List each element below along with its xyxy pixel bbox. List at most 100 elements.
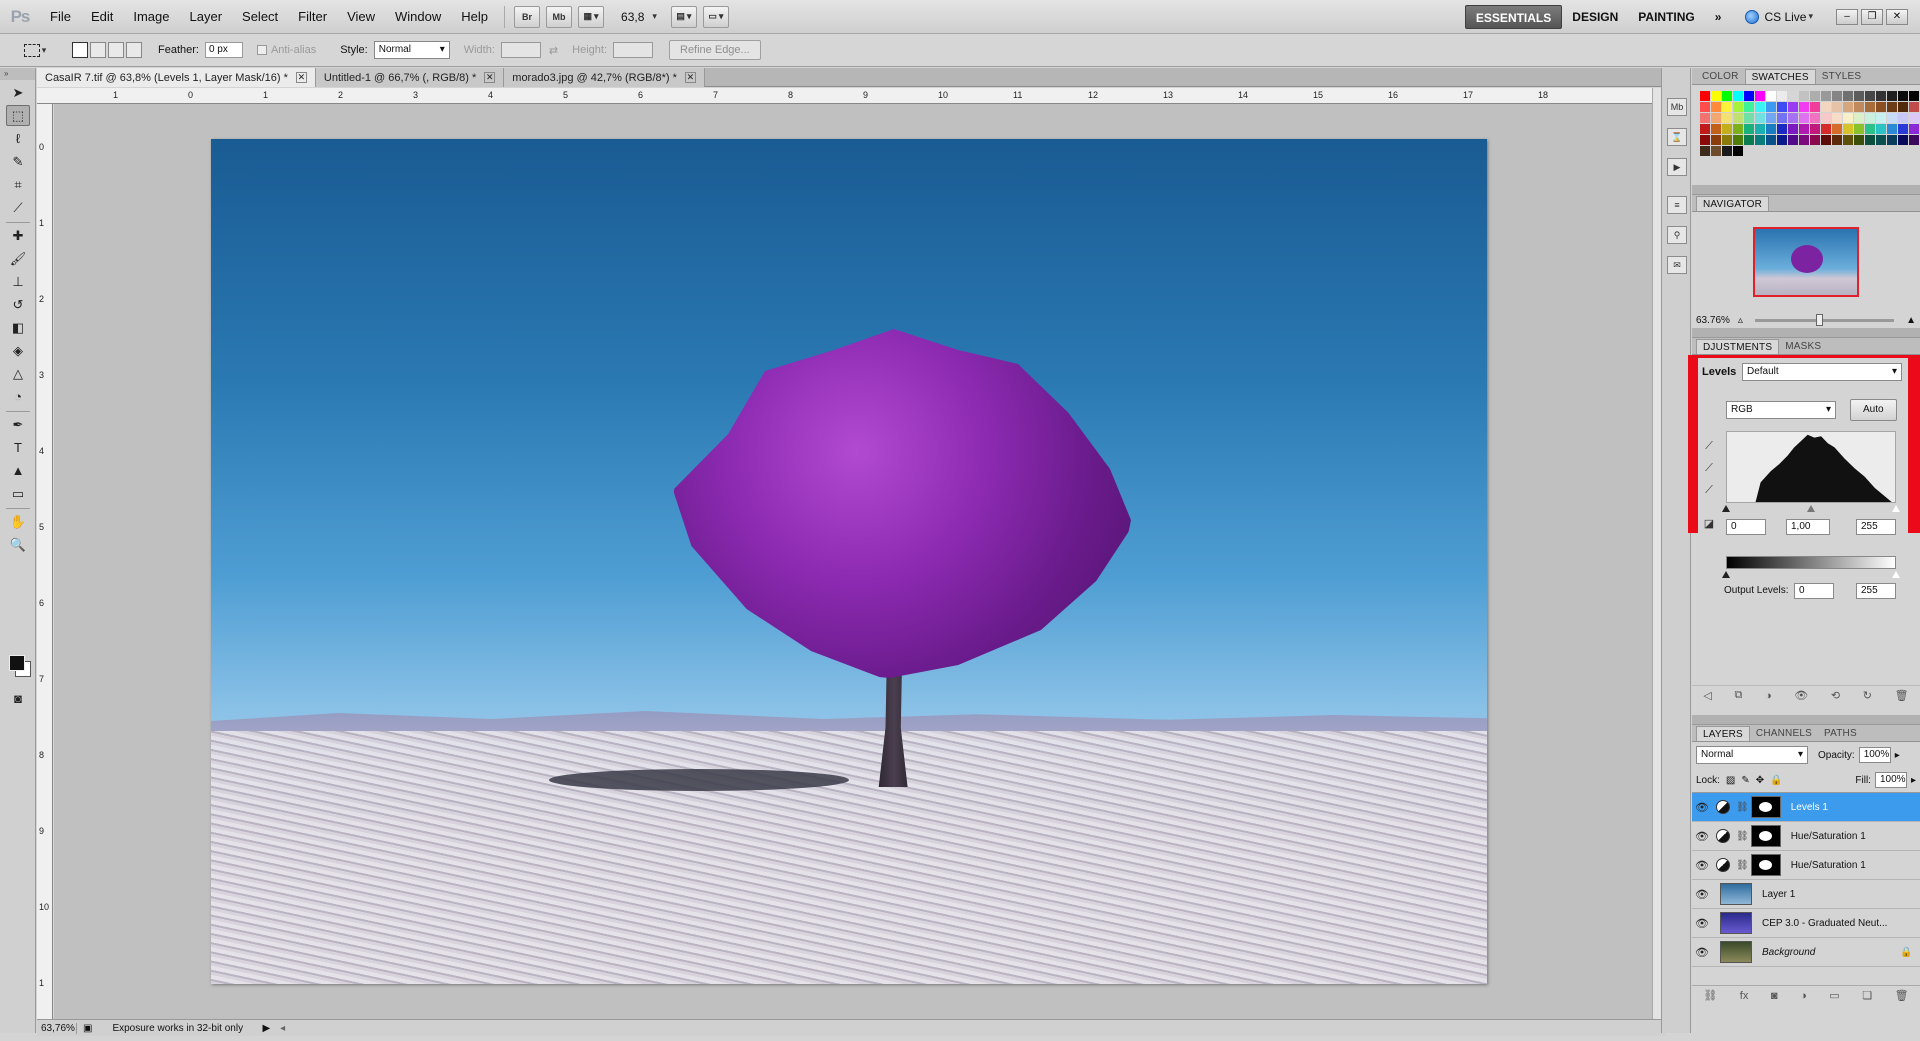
workspace-essentials[interactable]: ESSENTIALS <box>1464 4 1563 29</box>
add-mask-icon[interactable]: ◙ <box>1771 990 1778 1002</box>
tab-document-casair[interactable]: CasaIR 7.tif @ 63,8% (Levels 1, Layer Ma… <box>37 68 316 87</box>
color-swatch[interactable] <box>1810 102 1820 112</box>
tab-channels[interactable]: CHANNELS <box>1750 726 1818 741</box>
zoom-tool-icon[interactable]: 🔍 <box>6 534 30 555</box>
color-swatch[interactable] <box>1722 113 1732 123</box>
layer-row[interactable]: 👁 ⛓ Hue/Saturation 1 <box>1692 822 1920 851</box>
layer-row[interactable]: 👁 ⛓ Levels 1 <box>1692 793 1920 822</box>
tab-swatches[interactable]: SWATCHES <box>1744 69 1816 84</box>
color-swatch[interactable] <box>1887 91 1897 101</box>
menu-file[interactable]: File <box>40 0 81 34</box>
layer-mask-thumbnail[interactable] <box>1750 825 1781 847</box>
width-input[interactable] <box>500 42 541 58</box>
eye-icon[interactable]: 👁 <box>1692 830 1712 843</box>
color-swatch[interactable] <box>1777 124 1787 134</box>
color-swatch[interactable] <box>1876 113 1886 123</box>
eye-icon[interactable]: 👁 <box>1692 917 1712 930</box>
color-swatch[interactable] <box>1722 102 1732 112</box>
color-swatch[interactable] <box>1865 91 1875 101</box>
color-swatch[interactable] <box>1854 91 1864 101</box>
status-menu-arrow-icon[interactable]: ▶ <box>262 1023 270 1034</box>
color-swatch[interactable] <box>1788 91 1798 101</box>
blur-tool-icon[interactable]: △ <box>6 363 30 384</box>
rectangular-marquee-tool-icon[interactable]: ⬚ <box>6 105 30 126</box>
tool-preset-picker[interactable]: ▾ <box>18 38 52 62</box>
color-swatch[interactable] <box>1832 135 1842 145</box>
color-swatch[interactable] <box>1777 135 1787 145</box>
color-swatch[interactable] <box>1700 113 1710 123</box>
layer-thumbnail[interactable] <box>1720 912 1752 934</box>
document-image[interactable] <box>211 139 1487 984</box>
restore-button[interactable]: ❐ <box>1861 8 1883 25</box>
color-swatch[interactable] <box>1744 102 1754 112</box>
color-swatch[interactable] <box>1799 91 1809 101</box>
color-swatch[interactable] <box>1733 124 1743 134</box>
color-swatch[interactable] <box>1854 102 1864 112</box>
color-swatch[interactable] <box>1766 91 1776 101</box>
quick-mask-icon[interactable]: ◙ <box>6 688 30 709</box>
status-zoom[interactable]: 63,76% <box>37 1022 77 1034</box>
link-layers-icon[interactable]: ⛓ <box>1703 989 1717 1002</box>
eraser-tool-icon[interactable]: ◧ <box>6 317 30 338</box>
color-swatch[interactable] <box>1733 91 1743 101</box>
layer-mask-thumbnail[interactable] <box>1750 854 1781 876</box>
color-swatch[interactable] <box>1711 146 1721 156</box>
color-swatch[interactable] <box>1744 124 1754 134</box>
color-swatch[interactable] <box>1722 135 1732 145</box>
color-swatch[interactable] <box>1766 113 1776 123</box>
reset-icon[interactable]: ↻ <box>1863 689 1872 702</box>
eye-icon[interactable]: 👁 <box>1692 888 1712 901</box>
tab-document-untitled[interactable]: Untitled-1 @ 66,7% (, RGB/8) * ✕ <box>315 68 505 87</box>
color-swatch[interactable] <box>1854 113 1864 123</box>
tab-color[interactable]: COLOR <box>1696 69 1745 84</box>
document-canvas[interactable] <box>54 104 1652 1019</box>
brush-tool-icon[interactable]: 🖌 <box>6 248 30 269</box>
type-tool-icon[interactable]: T <box>6 437 30 458</box>
color-swatch[interactable] <box>1700 102 1710 112</box>
color-swatch[interactable] <box>1700 124 1710 134</box>
new-group-icon[interactable]: ▭ <box>1829 989 1839 1002</box>
color-swatch[interactable] <box>1744 113 1754 123</box>
link-icon[interactable]: ⛓ <box>1736 860 1749 871</box>
close-tab-icon[interactable]: ✕ <box>484 72 496 83</box>
hand-tool-icon[interactable]: ✋ <box>6 511 30 532</box>
color-swatch[interactable] <box>1755 91 1765 101</box>
color-swatch[interactable] <box>1854 135 1864 145</box>
color-swatch[interactable] <box>1766 102 1776 112</box>
refine-edge-button[interactable]: Refine Edge... <box>669 40 761 60</box>
color-swatch[interactable] <box>1898 124 1908 134</box>
white-output-handle[interactable] <box>1892 571 1900 578</box>
opacity-input[interactable]: 100% <box>1858 747 1891 763</box>
fill-input[interactable]: 100% <box>1874 772 1907 788</box>
color-swatch[interactable] <box>1777 102 1787 112</box>
white-point-eyedropper-icon[interactable]: ⟋ <box>1702 483 1716 497</box>
color-swatch[interactable] <box>1711 91 1721 101</box>
color-swatch[interactable] <box>1733 135 1743 145</box>
color-swatch[interactable] <box>1887 102 1897 112</box>
add-selection-mode[interactable] <box>90 42 106 58</box>
color-swatch[interactable] <box>1821 102 1831 112</box>
channel-select[interactable]: RGB <box>1726 401 1836 419</box>
horizontal-ruler[interactable]: 1 0 1 2 3 4 5 6 7 8 9 10 11 12 13 14 15 16 17 18 <box>37 88 1652 104</box>
panel-collapse-bar[interactable] <box>1692 185 1920 195</box>
notes-panel-icon[interactable]: ✉ <box>1667 256 1687 274</box>
tools-collapse-handle[interactable]: » <box>0 68 35 80</box>
color-swatch[interactable] <box>1744 91 1754 101</box>
visibility-toggle-icon[interactable]: 👁 <box>1794 689 1808 702</box>
style-select[interactable]: Normal <box>373 41 450 59</box>
color-swatch[interactable] <box>1876 102 1886 112</box>
bridge-button[interactable]: Br <box>514 5 541 28</box>
subtract-selection-mode[interactable] <box>108 42 124 58</box>
history-panel-icon[interactable]: ⌛ <box>1667 128 1687 146</box>
link-icon[interactable]: ⛓ <box>1736 831 1749 842</box>
color-swatch[interactable] <box>1821 124 1831 134</box>
levels-preset-select[interactable]: Default <box>1742 363 1902 381</box>
color-swatch[interactable] <box>1909 124 1919 134</box>
layer-row[interactable]: 👁 CEP 3.0 - Graduated Neut... <box>1692 909 1920 938</box>
color-swatch[interactable] <box>1843 91 1853 101</box>
color-swatch[interactable] <box>1876 124 1886 134</box>
menu-edit[interactable]: Edit <box>81 0 123 34</box>
pen-tool-icon[interactable]: ✒ <box>6 414 30 435</box>
color-swatch[interactable] <box>1711 113 1721 123</box>
layer-name[interactable]: Hue/Saturation 1 <box>1791 860 1920 871</box>
